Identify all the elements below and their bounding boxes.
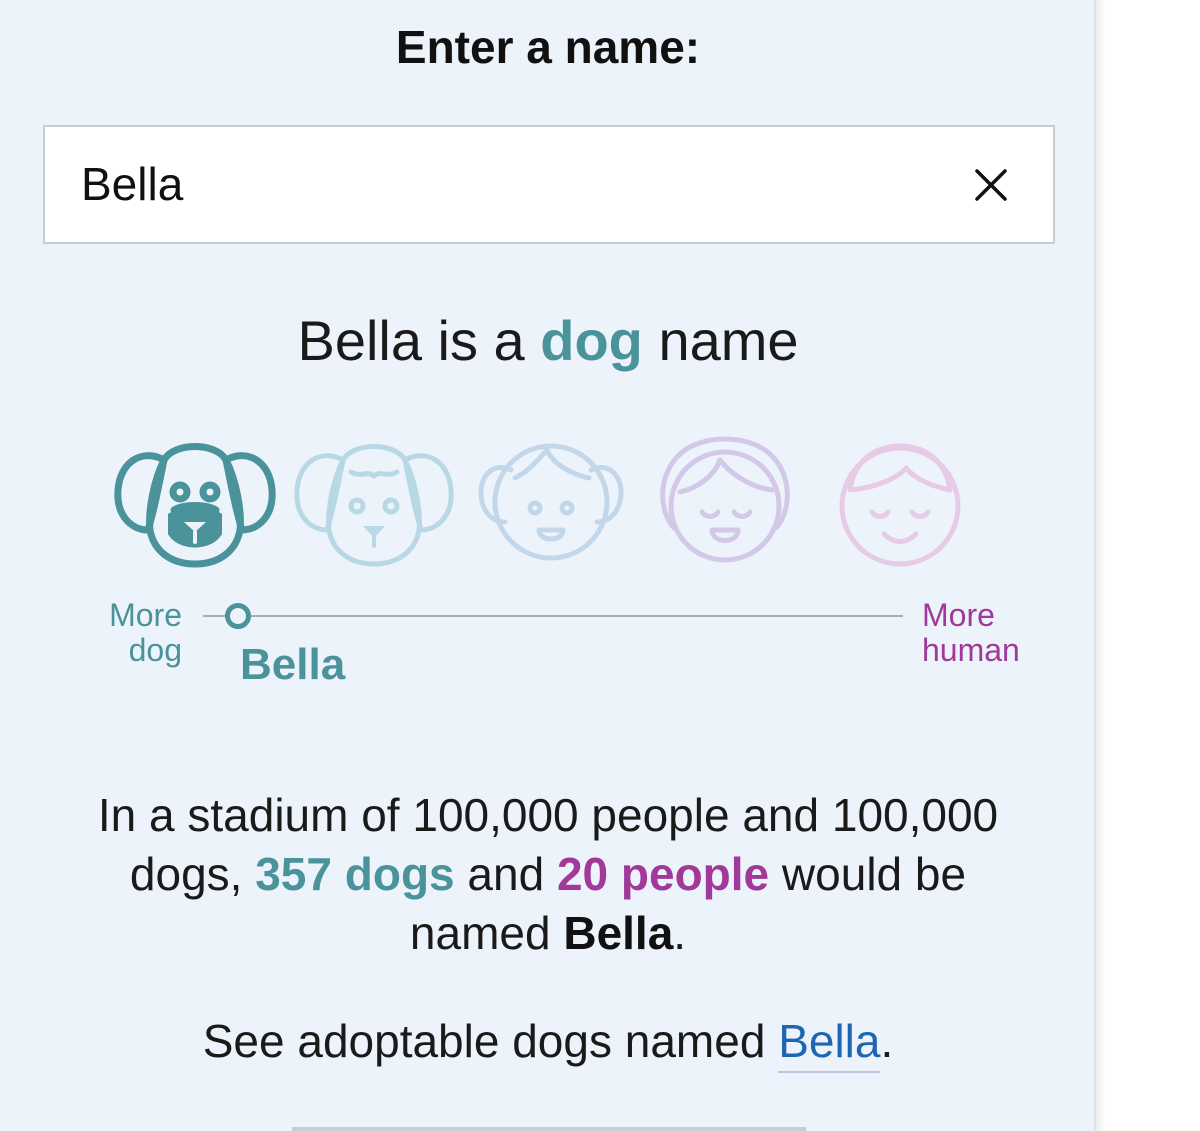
boy-face-icon [839, 443, 961, 567]
verdict-text: Bella is a dog name [0, 308, 1096, 373]
dogs-count: 357 dogs [255, 848, 455, 900]
more-human-line2: human [922, 632, 1020, 668]
verdict-suffix: name [642, 309, 799, 372]
people-count: 20 people [556, 848, 770, 900]
dog-face-light-icon [294, 444, 454, 567]
stadium-line1: In a stadium of 100,000 people and 100,0… [97, 789, 999, 841]
page-background [1096, 0, 1200, 1131]
verdict-prefix: Bella is a [297, 309, 541, 372]
stadium-line3-start: named [409, 907, 564, 959]
child-face-icon [478, 443, 624, 561]
more-human-line1: More [922, 597, 995, 633]
bottom-divider [292, 1127, 806, 1131]
adoptable-dogs-text: See adoptable dogs named Bella. [0, 1014, 1096, 1073]
stadium-name: Bella [563, 907, 674, 959]
stadium-line2-start: dogs, [129, 848, 256, 900]
more-human-label: More human [922, 598, 1020, 668]
name-input-value[interactable]: Bella [81, 157, 183, 211]
dog-human-scale-line [203, 615, 903, 617]
more-dog-label: More dog [92, 598, 182, 668]
name-lookup-panel: Enter a name: Bella Bella is a dog name [0, 0, 1096, 1131]
stadium-line2-end: would be [769, 848, 967, 900]
stadium-and: and [454, 848, 557, 900]
scale-marker-name: Bella [240, 640, 346, 689]
scale-marker [225, 603, 251, 629]
form-heading: Enter a name: [395, 21, 701, 73]
stadium-statement: In a stadium of 100,000 people and 100,0… [0, 786, 1096, 963]
adopt-end: . [880, 1015, 894, 1067]
woman-face-icon [660, 436, 790, 563]
name-input[interactable]: Bella [43, 125, 1055, 244]
more-dog-line2: dog [128, 632, 182, 668]
stadium-line3-end: . [673, 907, 687, 959]
face-scale [0, 430, 1096, 580]
dog-face-icon [114, 443, 276, 568]
adoptable-dogs-link[interactable]: Bella [778, 1015, 881, 1073]
close-icon[interactable] [971, 165, 1011, 205]
verdict-kind: dog [540, 309, 643, 372]
more-dog-line1: More [109, 597, 182, 633]
adopt-text: See adoptable dogs named [202, 1015, 779, 1067]
